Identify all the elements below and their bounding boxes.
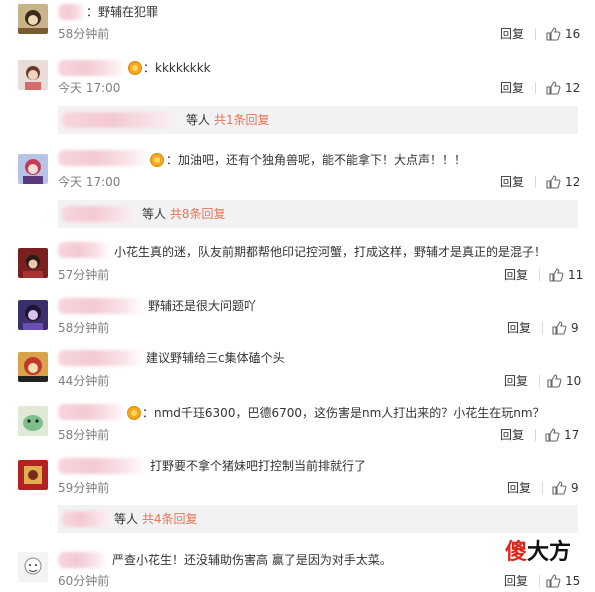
comment-time: 58分钟前: [58, 321, 110, 335]
comment-text: 打野要不拿个猪妹吧打控制当前排就行了: [150, 459, 367, 473]
thumbs-up-icon: [547, 374, 562, 388]
avatar[interactable]: [18, 154, 48, 184]
like-count: 17: [564, 428, 580, 442]
divider: [535, 429, 536, 441]
blurred-username: [58, 242, 110, 258]
sub-reply-count-link[interactable]: 共8条回复: [170, 207, 226, 221]
sub-replies-box[interactable]: 等人 共8条回复: [58, 200, 578, 228]
divider: [542, 482, 543, 494]
avatar[interactable]: [18, 300, 48, 330]
like-count: 12: [565, 81, 581, 95]
avatar[interactable]: [18, 460, 48, 490]
comment-time: 59分钟前: [58, 481, 110, 495]
reply-button[interactable]: 回复: [507, 480, 531, 496]
like-count: 9: [571, 481, 579, 495]
blurred-username: [58, 350, 144, 366]
like-button[interactable]: 11: [548, 267, 588, 283]
reply-button[interactable]: 回复: [504, 267, 528, 283]
comment-time: 今天 17:00: [58, 81, 121, 95]
comment-time: 44分钟前: [58, 374, 110, 388]
like-button[interactable]: 12: [545, 80, 585, 96]
sub-replies-summary[interactable]: 等人 共4条回复: [114, 511, 197, 527]
thumbs-up-icon: [552, 481, 567, 495]
avatar[interactable]: [18, 4, 48, 34]
divider: [539, 375, 540, 387]
divider: [535, 176, 536, 188]
like-button[interactable]: 17: [544, 427, 584, 443]
sub-replies-summary[interactable]: 等人 共8条回复: [142, 206, 225, 222]
comment-text: 严查小花生！还没辅助伤害高 赢了是因为对手太菜。: [112, 553, 392, 567]
comment-time: 58分钟前: [58, 428, 110, 442]
vip-badge-icon: [127, 406, 141, 420]
thumbs-up-icon: [546, 175, 561, 189]
sub-replies-box[interactable]: 等人 共4条回复: [58, 505, 578, 533]
avatar[interactable]: [18, 406, 48, 436]
reply-button[interactable]: 回复: [504, 373, 528, 389]
like-button[interactable]: 16: [545, 26, 585, 42]
blurred-username: [58, 458, 146, 474]
comment-time: 60分钟前: [58, 574, 110, 588]
divider: [535, 82, 536, 94]
thumbs-up-icon: [546, 27, 561, 41]
reply-button[interactable]: 回复: [504, 573, 528, 589]
blurred-username: [58, 552, 106, 568]
blurred-username: [58, 150, 150, 166]
sub-reply-count-link[interactable]: 共1条回复: [214, 113, 270, 127]
blurred-username: [62, 511, 112, 527]
like-count: 9: [571, 321, 579, 335]
reply-button[interactable]: 回复: [500, 174, 524, 190]
like-count: 15: [565, 574, 581, 588]
divider: [539, 269, 540, 281]
thumbs-up-icon: [546, 81, 561, 95]
comment-time: 58分钟前: [58, 27, 110, 41]
blurred-username: [62, 112, 184, 128]
blurred-username: [58, 298, 144, 314]
avatar[interactable]: [18, 352, 48, 382]
reply-button[interactable]: 回复: [507, 320, 531, 336]
blurred-username: [62, 206, 140, 222]
comment-text: 野辅还是很大问题吖: [148, 299, 257, 313]
like-button[interactable]: 10: [546, 373, 586, 389]
blurred-username: [58, 4, 86, 20]
thumbs-up-icon: [545, 428, 560, 442]
divider: [542, 322, 543, 334]
avatar[interactable]: [18, 248, 48, 278]
watermark-logo: 傻大方: [505, 540, 572, 565]
sub-replies-summary[interactable]: 等人 共1条回复: [186, 112, 269, 128]
reply-button[interactable]: 回复: [500, 26, 524, 42]
thumbs-up-icon: [552, 321, 567, 335]
like-button[interactable]: 9: [551, 480, 591, 496]
like-button[interactable]: 9: [551, 320, 591, 336]
thumbs-up-icon: [546, 574, 561, 588]
divider: [535, 28, 536, 40]
sub-reply-count-link[interactable]: 共4条回复: [142, 512, 198, 526]
reply-button[interactable]: 回复: [500, 427, 524, 443]
comment-time: 57分钟前: [58, 268, 110, 282]
avatar[interactable]: [18, 60, 48, 90]
vip-badge-icon: [128, 61, 142, 75]
comment-text: 建议野辅给三c集体磕个头: [146, 351, 285, 365]
like-button[interactable]: 12: [545, 174, 585, 190]
like-count: 16: [565, 27, 581, 41]
reply-button[interactable]: 回复: [500, 80, 524, 96]
comment-text: ：野辅在犯罪: [86, 5, 159, 19]
like-count: 11: [568, 268, 584, 282]
divider: [539, 575, 540, 587]
comment-text: 小花生真的迷，队友前期都帮他印记控河蟹，打成这样，野辅才是真正的是混子！: [114, 245, 547, 259]
comment-text: ：kkkkkkkk: [143, 61, 211, 75]
vip-badge-icon: [150, 153, 164, 167]
thumbs-up-icon: [549, 268, 564, 282]
blurred-username: [58, 60, 126, 76]
comment-time: 今天 17:00: [58, 175, 121, 189]
like-count: 12: [565, 175, 581, 189]
sub-replies-box[interactable]: 等人 共1条回复: [58, 106, 578, 134]
blurred-username: [58, 404, 126, 420]
comment-text: ：nmd千珏6300，巴德6700，这伤害是nm人打出来的？小花生在玩nm？: [142, 406, 545, 420]
avatar[interactable]: [18, 552, 48, 582]
like-count: 10: [566, 374, 582, 388]
like-button[interactable]: 15: [545, 573, 585, 589]
comment-text: ：加油吧，还有个独角兽呢，能不能拿下！大点声！！！: [166, 153, 467, 167]
